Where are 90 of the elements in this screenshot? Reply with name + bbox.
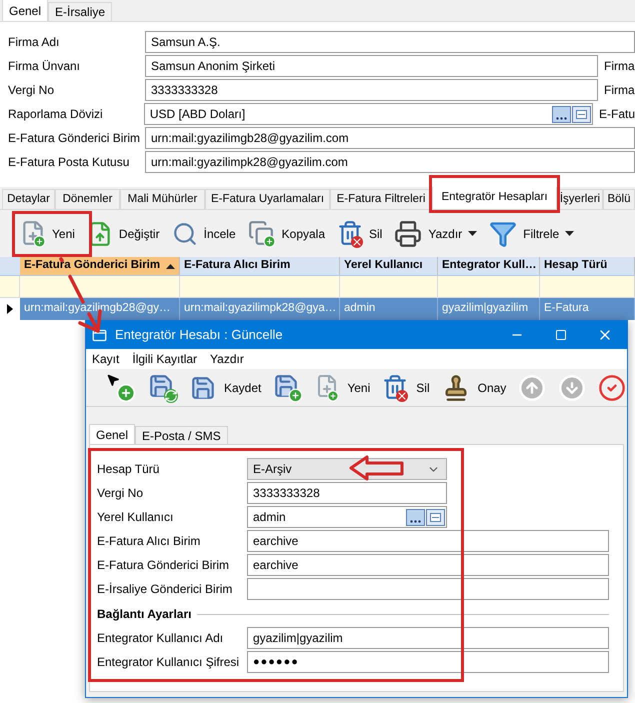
window-icon [576, 110, 587, 118]
checkmark-icon [598, 374, 626, 402]
tab[interactable]: İşyerleri [557, 189, 603, 209]
tab[interactable]: E-Posta / SMS [135, 426, 228, 444]
app-icon [92, 328, 107, 342]
column-header[interactable]: E-Fatura Alıcı Birim [180, 257, 340, 275]
tab[interactable]: Bölü [603, 189, 635, 209]
field-label: Vergi No [8, 82, 56, 99]
input-field[interactable]: USD [ABD Doları] [144, 103, 593, 125]
tab[interactable]: Detaylar [2, 189, 55, 209]
toolbar-button[interactable]: Sil [337, 216, 382, 252]
new-document-icon [315, 374, 340, 402]
toolbar-button[interactable]: Onay [442, 370, 506, 404]
input-field[interactable]: ●●●●●● [247, 651, 609, 673]
tab[interactable]: E-Fatura Uyarlamaları [205, 189, 330, 209]
column-header[interactable]: E-Fatura Gönderici Birim [20, 257, 180, 275]
floppy-refresh-icon [148, 372, 178, 402]
window-icon [430, 512, 441, 522]
toolbar-button[interactable]: Sil [382, 370, 430, 404]
field-label: E-Fatura Gönderici Birim [8, 130, 142, 147]
field-label: E-Fatura Alıcı Birim [97, 533, 202, 550]
maximize-icon [555, 329, 567, 341]
field-label: E-Fatura Posta Kutusu [8, 154, 130, 171]
input-field[interactable]: earchive [247, 554, 609, 576]
menu-item[interactable]: Kayıt [92, 350, 120, 368]
field-label: Entegrator Kullanıcı Adı [97, 630, 224, 647]
field-label: Entegrator Kullanıcı Şifresi [97, 654, 240, 671]
add-icon [106, 372, 136, 402]
browse-button[interactable] [552, 106, 571, 122]
toolbar-button[interactable]: Değiştir [86, 216, 160, 252]
tab[interactable]: E-İrsaliye [48, 2, 112, 21]
toolbar-button[interactable]: Kopyala [248, 216, 326, 252]
field-label: Raporlama Dövizi [8, 106, 104, 123]
printer-icon [394, 220, 422, 248]
input-field[interactable]: Samsun A.Ş. [145, 31, 635, 53]
input-field[interactable]: urn:mail:gyazilimgb28@gyazilim.com [145, 127, 635, 149]
open-button[interactable] [426, 508, 445, 526]
filter-icon [489, 220, 518, 248]
field-label: E-Fatu [598, 106, 635, 123]
field-label: Yerel Kullanıcı [97, 509, 174, 526]
floppy-icon [190, 374, 216, 400]
tab[interactable]: Genel [2, 0, 48, 21]
input-field[interactable]: earchive [247, 530, 609, 552]
trash-icon [382, 374, 408, 402]
toolbar-button[interactable]: Yeni [315, 370, 370, 404]
menu-item[interactable]: İlgili Kayıtlar [132, 350, 198, 368]
input-field[interactable]: 3333333328 [145, 79, 598, 101]
field-label: Firma Adı [8, 34, 60, 51]
toolbar-button[interactable]: Yazdır [394, 216, 478, 252]
section-heading: Bağlantı Ayarları [97, 606, 192, 623]
field-label: Firma Ünvanı [8, 58, 82, 75]
magnifier-icon [172, 220, 198, 246]
window-title: Entegratör Hesabı : Güncelle [115, 326, 284, 344]
menu-item[interactable]: Yazdır [210, 350, 244, 368]
field-label: E-Fatura Gönderici Birim [97, 557, 230, 574]
dots-icon [410, 520, 421, 522]
input-field[interactable]: 3333333328 [247, 482, 447, 504]
tab[interactable]: Dönemler [55, 189, 120, 209]
column-header[interactable]: Entegrator Kull… [438, 257, 540, 275]
toolbar-button[interactable]: Filtrele [489, 216, 574, 252]
input-field[interactable] [247, 578, 609, 600]
row-pointer-icon [7, 304, 13, 314]
arrow-up-icon [518, 374, 546, 402]
input-field[interactable]: admin [247, 506, 447, 528]
toolbar-button[interactable]: Kaydet [190, 370, 262, 404]
browse-button[interactable] [406, 508, 425, 526]
annotation-arrow [349, 455, 405, 481]
column-header[interactable]: Hesap Türü [540, 257, 635, 275]
trash-icon [337, 220, 364, 248]
open-button[interactable] [572, 106, 591, 122]
dots-icon [556, 116, 567, 120]
field-label: Hesap Türü [97, 461, 160, 478]
field-label: E-İrsaliye Gönderici Birim [97, 581, 234, 598]
input-field[interactable]: Samsun Anonim Şirketi [145, 55, 598, 77]
toolbar-button[interactable]: Yeni [20, 216, 75, 252]
tab[interactable]: Entegratör Hesapları [432, 187, 557, 209]
arrow-down-icon [558, 374, 586, 402]
tab[interactable]: Genel [89, 424, 136, 444]
input-field[interactable]: gyazilim|gyazilim [247, 627, 609, 649]
tab[interactable]: E-Fatura Filtreleri [330, 189, 432, 209]
combo-box[interactable]: E-Arşiv [247, 458, 447, 480]
tab[interactable]: Mali Mühürler [120, 189, 205, 209]
copy-icon [248, 220, 276, 248]
field-label: Vergi No [97, 485, 144, 502]
input-field[interactable]: urn:mail:gyazilimpk28@gyazilim.com [145, 151, 635, 173]
field-label: Firma [604, 82, 635, 99]
column-header[interactable]: Yerel Kullanıcı [340, 257, 438, 275]
field-label: Firma [604, 58, 635, 75]
toolbar-button[interactable]: İncele [172, 216, 236, 252]
floppy-plus-icon [273, 372, 304, 402]
